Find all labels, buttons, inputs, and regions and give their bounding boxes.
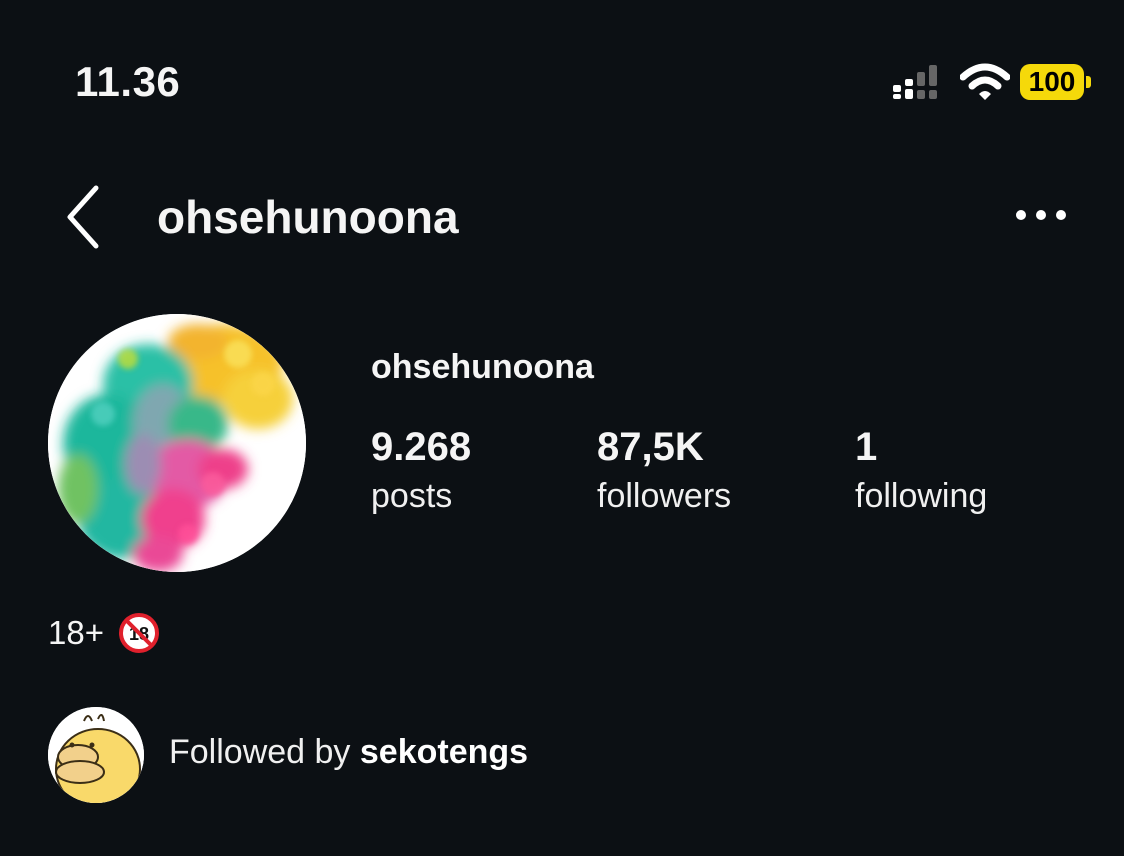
profile-name: ohsehunoona — [371, 348, 594, 386]
wifi-icon — [960, 63, 1010, 100]
profile-avatar[interactable] — [48, 314, 306, 572]
chevron-left-icon[interactable] — [62, 182, 106, 252]
page-title: ohsehunoona — [157, 191, 459, 243]
stat-label: followers — [597, 477, 732, 515]
followed-by-text[interactable]: Followed by sekotengs — [169, 733, 528, 772]
stat-posts[interactable]: 9.268 posts — [371, 425, 471, 523]
stat-followers[interactable]: 87,5K followers — [597, 425, 731, 523]
battery-level: 100 — [1020, 64, 1084, 100]
no-under-18-icon: 18 — [118, 613, 159, 653]
followed-by-user[interactable]: sekotengs — [360, 733, 528, 771]
ink-cloud-image — [48, 314, 306, 572]
stat-label: following — [855, 477, 988, 515]
signal-icon — [893, 65, 937, 99]
stat-value: 87,5K — [597, 425, 704, 469]
stat-value: 1 — [855, 425, 878, 469]
stat-label: posts — [371, 477, 453, 515]
battery-icon: 100 — [1020, 64, 1092, 102]
stat-value: 9.268 — [371, 425, 472, 469]
profile-bio: 18+ 18 — [48, 612, 160, 654]
stat-following[interactable]: 1 following — [855, 425, 987, 523]
followed-by-prefix: Followed by — [169, 733, 360, 771]
duck-avatar-image — [48, 707, 144, 803]
more-horizontal-icon[interactable] — [1012, 200, 1070, 230]
follower-avatar[interactable] — [48, 707, 144, 803]
bio-text: 18+ — [48, 614, 104, 651]
status-time: 11.36 — [75, 58, 181, 105]
